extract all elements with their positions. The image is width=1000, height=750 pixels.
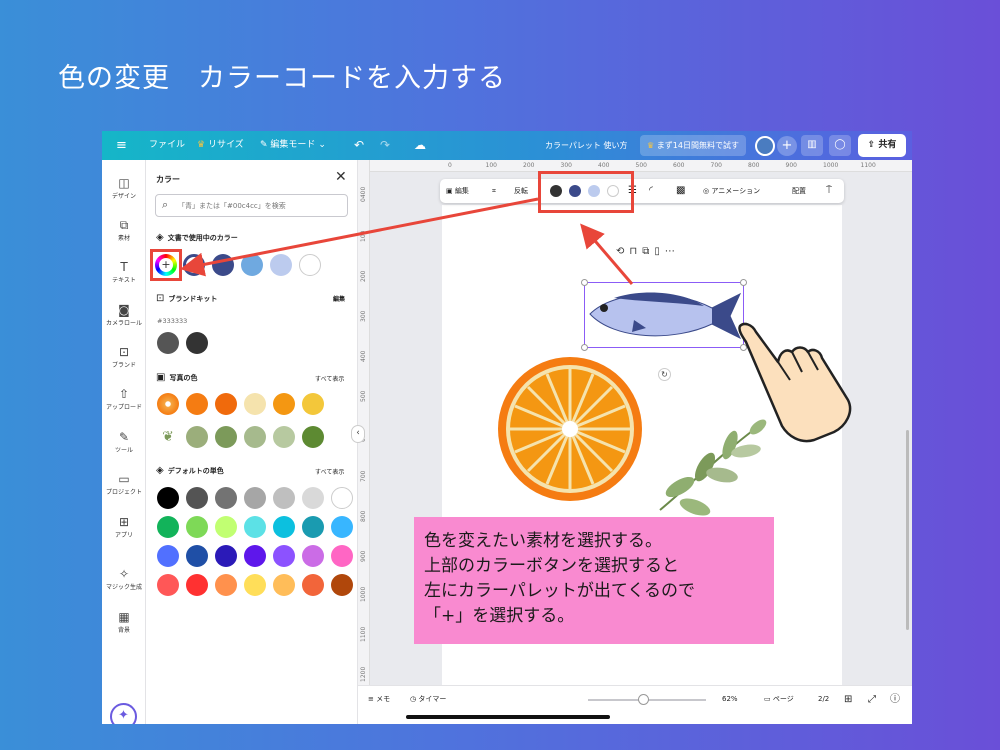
note-line: 「+」を選択する。 (424, 606, 575, 626)
arrow-to-palette (180, 197, 539, 277)
pointing-hand-icon (738, 322, 852, 443)
arrow-to-color-button (580, 223, 634, 285)
note-line: 上部のカラーボタンを選択すると (424, 556, 679, 576)
note-line: 左にカラーパレットが出てくるので (424, 581, 695, 601)
instruction-note: 色を変えたい素材を選択する。 上部のカラーボタンを選択すると 左にカラーパレット… (414, 517, 774, 644)
note-line: 色を変えたい素材を選択する。 (424, 531, 662, 551)
